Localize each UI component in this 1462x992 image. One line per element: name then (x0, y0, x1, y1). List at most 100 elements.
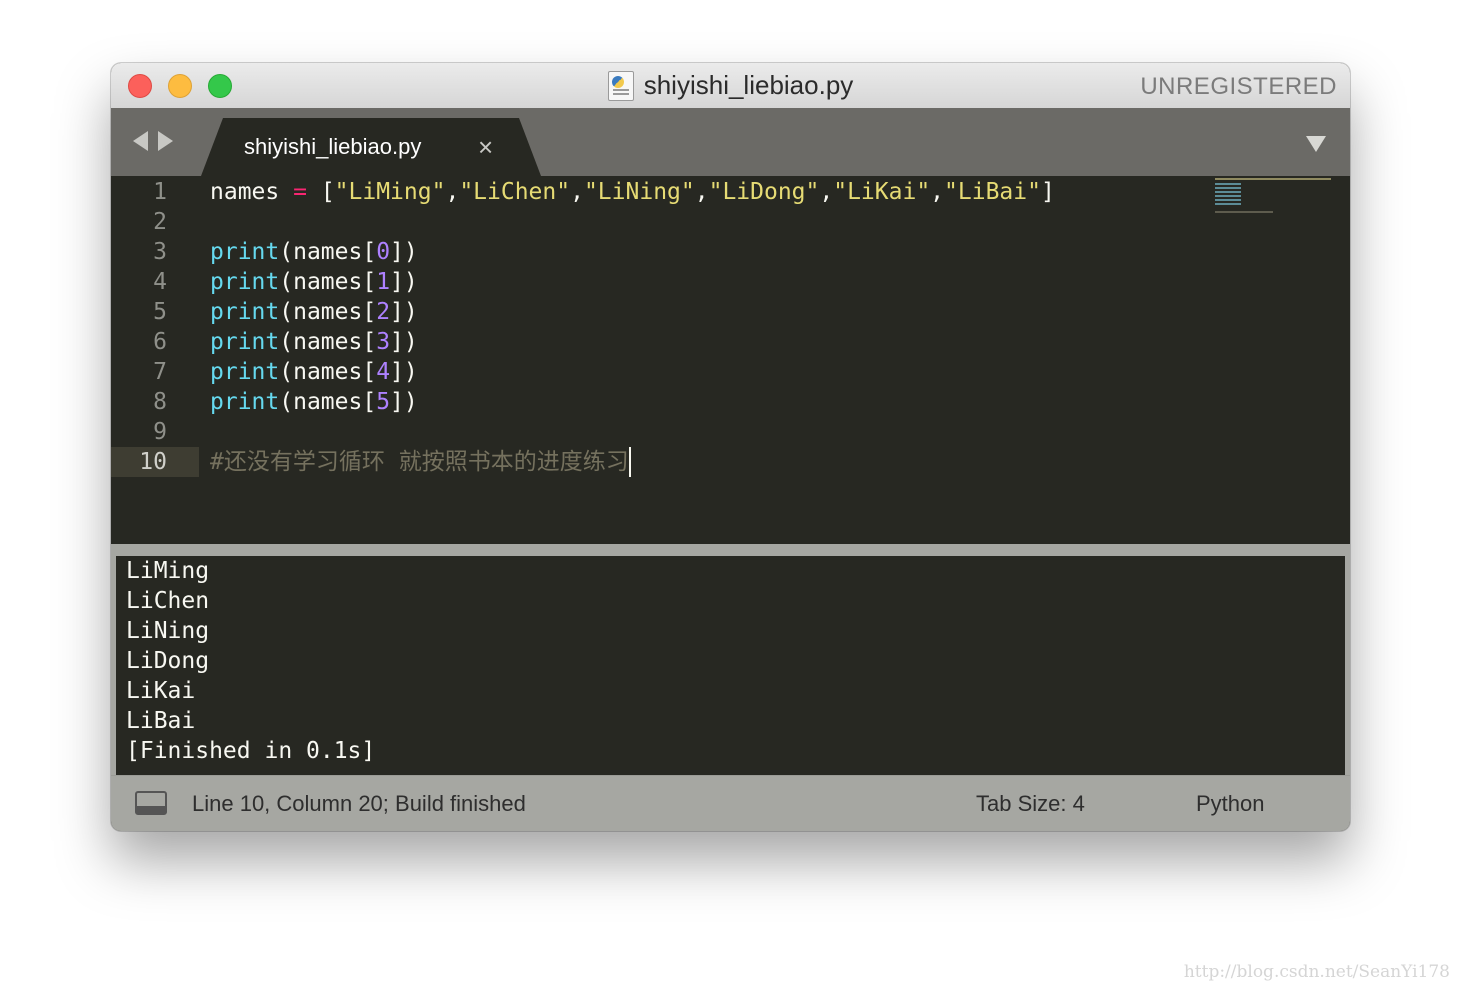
editor-window: shiyishi_liebiao.py UNREGISTERED shiyish… (111, 63, 1350, 831)
code-token: 0 (376, 239, 391, 265)
code-token: ]) (390, 269, 418, 295)
code-token: print (210, 299, 280, 325)
code-token: (names[ (279, 389, 377, 415)
syntax-selector[interactable]: Python (1196, 791, 1265, 817)
code-token: "LiBai" (944, 179, 1041, 205)
output-line: LiMing (126, 558, 210, 584)
code-token: , (445, 179, 460, 205)
code-token: , (930, 179, 945, 205)
output-panel: LiMing LiChen LiNing LiDong LiKai LiBai [Finis… (111, 556, 1350, 775)
code-token: , (694, 179, 709, 205)
line-number: 2 (153, 209, 167, 235)
line-number: 3 (153, 239, 167, 265)
code-token: ]) (390, 389, 418, 415)
code-token: (names[ (279, 239, 377, 265)
output-panel-divider[interactable] (111, 544, 1350, 556)
code-token: ]) (390, 299, 418, 325)
code-token: ] (1040, 179, 1055, 205)
code-line[interactable]: 6 print(names[3]) (111, 327, 1211, 357)
watermark: http://blog.csdn.net/SeanYi178 (1183, 962, 1450, 982)
code-token: print (210, 329, 280, 355)
line-number: 5 (153, 299, 167, 325)
code-token: ]) (390, 329, 418, 355)
code-token: 1 (376, 269, 391, 295)
code-token: , (570, 179, 584, 205)
output-line: LiNing (126, 618, 210, 644)
code-token: ]) (390, 239, 418, 265)
code-editor[interactable]: 1 names = ["LiMing","LiChen","LiNing","Li… (111, 176, 1350, 544)
python-file-icon (607, 70, 634, 101)
code-token: print (210, 269, 280, 295)
line-number: 10 (111, 447, 199, 477)
tab-navigation (133, 131, 173, 151)
window-title: shiyishi_liebiao.py (643, 70, 854, 100)
code-token: 4 (376, 359, 391, 385)
line-number: 9 (153, 419, 167, 445)
line-number: 7 (153, 359, 167, 385)
output-line: LiBai (126, 708, 196, 734)
code-line[interactable]: 10 #还没有学习循环 就按照书本的进度练习 (111, 447, 1211, 477)
code-token: "LiChen" (459, 179, 571, 205)
code-line[interactable]: 5 print(names[2]) (111, 297, 1211, 327)
code-token: print (210, 359, 280, 385)
code-token: 2 (376, 299, 391, 325)
code-line[interactable]: 7 print(names[4]) (111, 357, 1211, 387)
code-text[interactable]: print(names[4]) (210, 357, 418, 387)
code-token: "LiDong" (708, 179, 820, 205)
code-text[interactable]: print(names[3]) (210, 327, 418, 357)
output-line: LiKai (126, 678, 196, 704)
title-bar[interactable]: shiyishi_liebiao.py UNREGISTERED (111, 63, 1350, 109)
code-text[interactable]: print(names[0]) (210, 237, 418, 267)
next-tab-arrow-icon[interactable] (158, 131, 173, 151)
code-token: "LiMing" (334, 179, 446, 205)
unregistered-label: UNREGISTERED (1140, 73, 1337, 100)
code-text[interactable]: print(names[1]) (210, 267, 418, 297)
code-token: , (819, 179, 834, 205)
code-token: "LiNing" (583, 179, 695, 205)
line-number: 8 (153, 389, 167, 415)
line-number: 1 (153, 179, 167, 205)
panel-toggle-icon[interactable] (135, 791, 167, 815)
code-token: (names[ (279, 269, 377, 295)
code-line[interactable]: 9 (111, 417, 1211, 447)
code-text[interactable]: #还没有学习循环 就按照书本的进度练习 (210, 447, 631, 477)
line-number: 6 (153, 329, 167, 355)
line-number: 4 (153, 269, 167, 295)
tab-size-selector[interactable]: Tab Size: 4 (976, 791, 1085, 817)
status-position: Line 10, Column 20; Build finished (192, 791, 526, 816)
tab-bar: shiyishi_liebiao.py × (111, 108, 1350, 176)
tab-shiyishi-liebiao[interactable]: shiyishi_liebiao.py × (201, 118, 541, 176)
code-token: [ (306, 179, 335, 205)
code-text[interactable]: names = ["LiMing","LiChen","LiNing","LiD… (210, 177, 1055, 207)
text-cursor (628, 447, 631, 477)
tab-label: shiyishi_liebiao.py (244, 134, 422, 159)
code-line[interactable]: 8 print(names[5]) (111, 387, 1211, 417)
code-token: #还没有学习循环 就按照书本的进度练习 (210, 449, 629, 475)
tab-close-icon[interactable]: × (478, 132, 493, 163)
code-token: (names[ (279, 329, 377, 355)
code-token: (names[ (279, 299, 377, 325)
code-token: 3 (376, 329, 391, 355)
minimap[interactable] (1215, 178, 1335, 218)
code-text[interactable]: print(names[5]) (210, 387, 418, 417)
code-token: names (210, 179, 280, 205)
code-token: = (293, 179, 307, 205)
code-line[interactable]: 1 names = ["LiMing","LiChen","LiNing","Li… (111, 177, 1211, 207)
build-output[interactable]: LiMing LiChen LiNing LiDong LiKai LiBai [Finis… (116, 556, 1345, 775)
code-line[interactable]: 3 print(names[0]) (111, 237, 1211, 267)
tab-list-dropdown-icon[interactable] (1306, 136, 1326, 152)
code-text[interactable]: print(names[2]) (210, 297, 418, 327)
code-token: 5 (376, 389, 391, 415)
code-line[interactable]: 4 print(names[1]) (111, 267, 1211, 297)
code-token: print (210, 389, 280, 415)
status-bar: Line 10, Column 20; Build finished Tab S… (111, 775, 1350, 831)
code-token: (names[ (279, 359, 377, 385)
code-token: print (210, 239, 280, 265)
output-line: LiChen (126, 588, 210, 614)
code-token: "LiKai" (833, 179, 931, 205)
previous-tab-arrow-icon[interactable] (133, 131, 148, 151)
code-token: ]) (390, 359, 418, 385)
code-line[interactable]: 2 (111, 207, 1211, 237)
output-line: [Finished in 0.1s] (126, 738, 376, 764)
